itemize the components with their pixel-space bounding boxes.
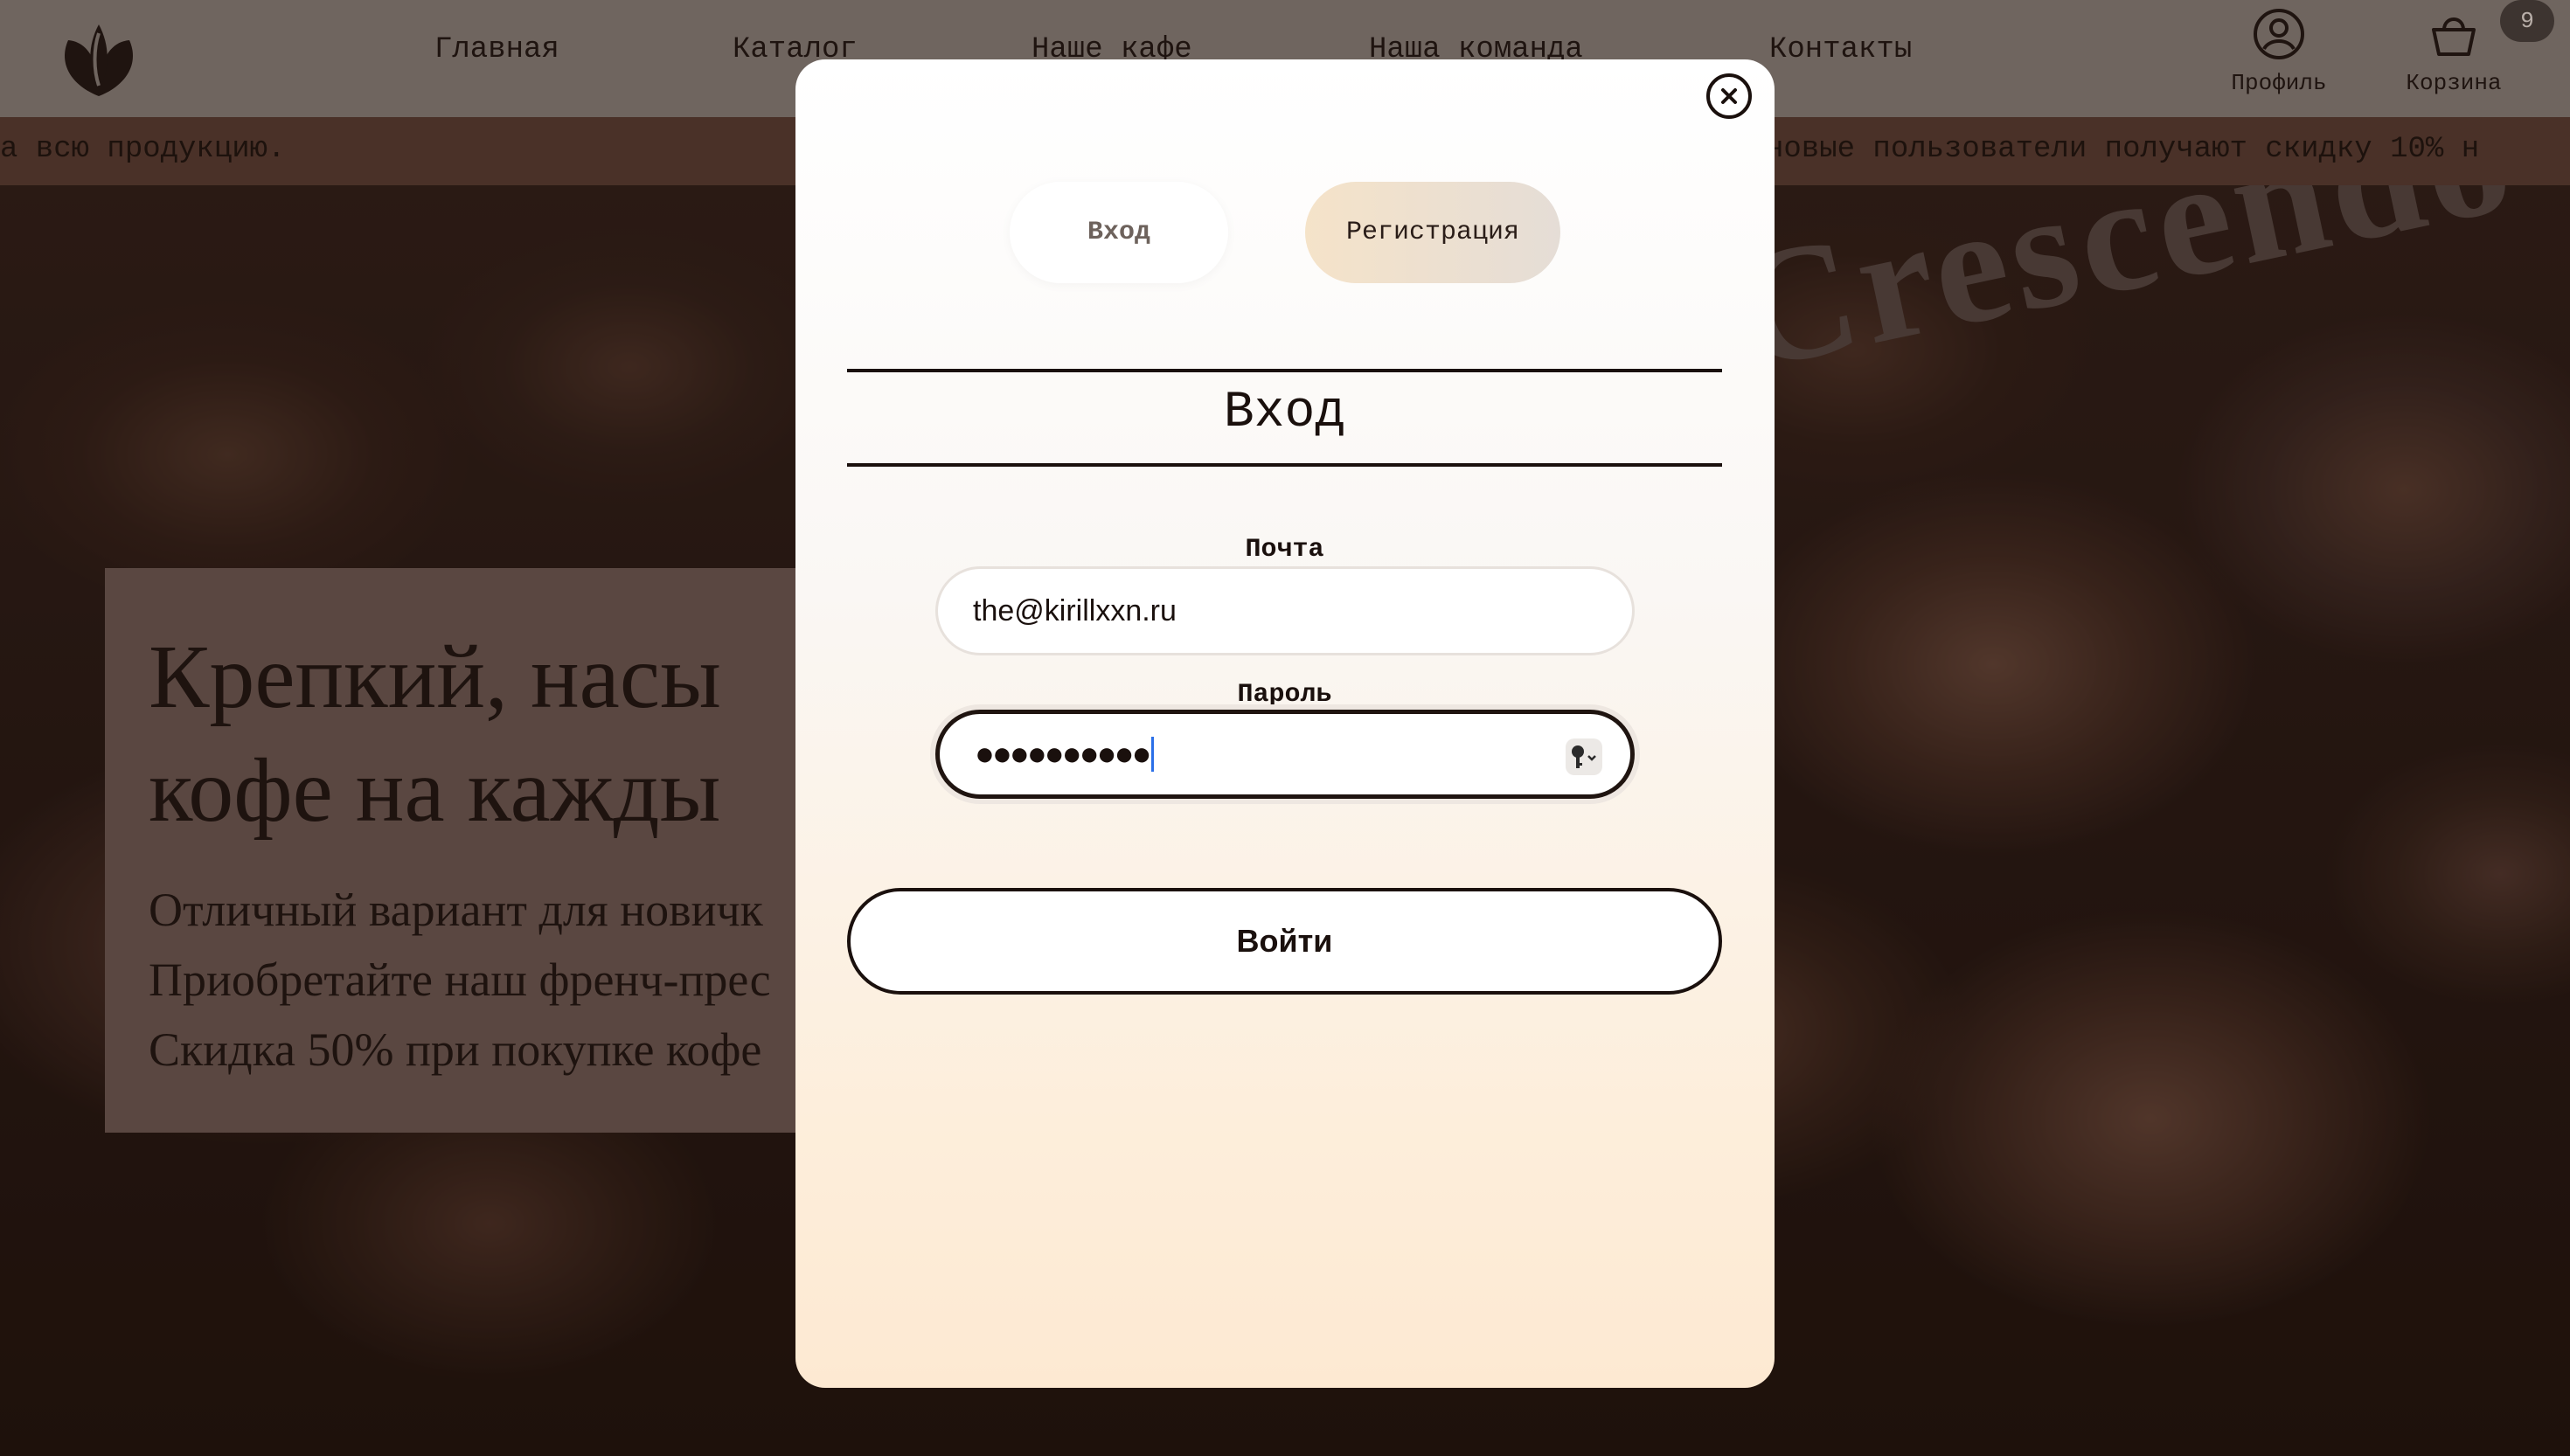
email-label: Почта — [1245, 535, 1324, 565]
email-field[interactable]: the@kirillxxn.ru — [935, 566, 1635, 655]
profile-label: Профиль — [2231, 70, 2327, 96]
cart-count-badge: 9 — [2500, 0, 2554, 42]
tab-login[interactable]: Вход — [1010, 182, 1228, 283]
title-rule-top — [847, 369, 1722, 372]
logo-icon[interactable] — [54, 16, 143, 105]
text-caret — [1150, 737, 1154, 772]
ticker-text-right: новые пользователи получают скидку 10% н — [1766, 133, 2480, 166]
nav-home[interactable]: Главная — [434, 33, 559, 66]
password-field[interactable]: ●●●●●●●●●● — [935, 710, 1635, 799]
promo-line-1: Отличный вариант для новичк — [149, 884, 763, 936]
close-icon — [1721, 88, 1737, 104]
password-value: ●●●●●●●●●● — [975, 735, 1152, 773]
promo-line-3: Скидка 50% при покупке кофе — [149, 1023, 762, 1076]
title-rule-bottom — [847, 463, 1722, 467]
password-label: Пароль — [1237, 680, 1332, 710]
profile-icon — [2254, 9, 2304, 59]
promo-card: Крепкий, насы кофе на кажды Отличный вар… — [105, 568, 857, 1133]
cart-icon — [2432, 17, 2476, 56]
modal-title: Вход — [1223, 385, 1346, 441]
nav-contacts[interactable]: Контакты — [1769, 33, 1912, 66]
close-modal-button[interactable] — [1706, 73, 1752, 119]
cart-label: Корзина — [2406, 70, 2502, 96]
password-value-wrap: ●●●●●●●●●● — [975, 714, 1154, 794]
login-submit-button[interactable]: Войти — [847, 888, 1722, 995]
password-key-icon[interactable] — [1564, 737, 1604, 777]
auth-modal: Вход Регистрация Вход Почта the@kirillxx… — [795, 59, 1775, 1388]
email-value: the@kirillxxn.ru — [973, 593, 1177, 627]
ticker-text-left: а всю продукцию. — [0, 133, 286, 166]
promo-line-2: Приобретайте наш френч-прес — [149, 953, 771, 1006]
profile-button[interactable]: Профиль — [2212, 7, 2346, 96]
tab-register[interactable]: Регистрация — [1305, 182, 1560, 283]
